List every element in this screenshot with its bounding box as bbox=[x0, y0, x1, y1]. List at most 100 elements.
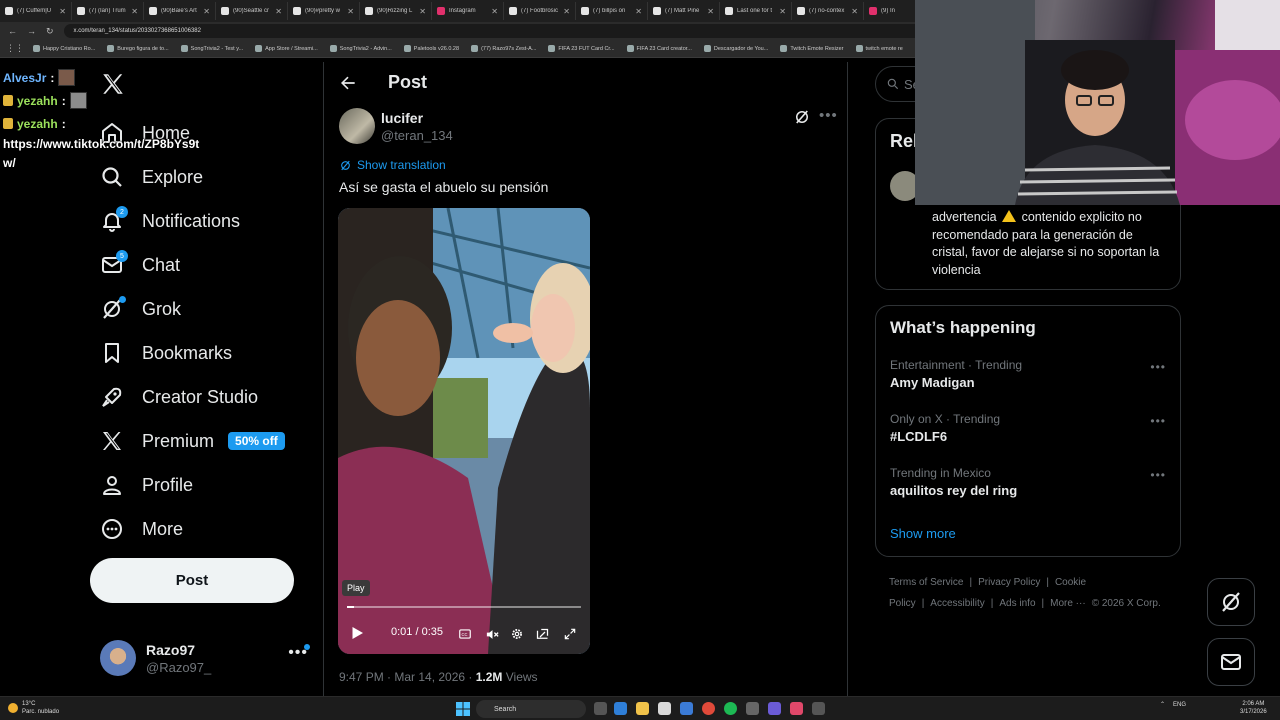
footer-link[interactable]: Accessibility bbox=[930, 598, 984, 609]
windows-start-icon[interactable] bbox=[456, 702, 470, 716]
obs-icon[interactable] bbox=[746, 702, 759, 715]
close-icon[interactable]: ✕ bbox=[779, 7, 786, 16]
close-icon[interactable]: ✕ bbox=[203, 7, 210, 16]
nav-item-chat[interactable]: 5 Chat bbox=[100, 247, 180, 283]
chrome-icon[interactable] bbox=[702, 702, 715, 715]
nav-item-notifications[interactable]: 2 Notifications bbox=[100, 203, 240, 239]
grok-icon[interactable] bbox=[793, 108, 811, 126]
close-icon[interactable]: ✕ bbox=[563, 7, 570, 16]
bookmark-item[interactable]: (77) Razo97s Zest-A... bbox=[468, 45, 539, 52]
close-icon[interactable]: ✕ bbox=[851, 7, 858, 16]
footer-link[interactable]: More ··· bbox=[1050, 598, 1086, 609]
captions-icon[interactable]: CC bbox=[458, 627, 472, 641]
music-app-icon[interactable] bbox=[790, 702, 803, 715]
picture-in-picture-icon[interactable] bbox=[535, 627, 550, 642]
tray-chevron-icon[interactable]: ⌃ bbox=[1160, 701, 1165, 708]
notepad-icon[interactable] bbox=[658, 702, 671, 715]
browser-tab[interactable]: (7) (Ian) Trum ✕ bbox=[72, 2, 144, 20]
close-icon[interactable]: ✕ bbox=[635, 7, 642, 16]
show-translation-link[interactable]: Show translation bbox=[339, 158, 446, 172]
author-handle[interactable]: @teran_134 bbox=[381, 128, 453, 143]
bookmark-item[interactable]: App Store / Streami... bbox=[252, 45, 321, 52]
settings-gear-icon[interactable] bbox=[510, 627, 524, 641]
nav-item-profile[interactable]: Profile bbox=[100, 467, 193, 503]
browser-tab[interactable]: (7) Cuffem|U ✕ bbox=[0, 2, 72, 20]
taskbar-clock[interactable]: 2:06 AM 3/17/2026 bbox=[1240, 700, 1267, 716]
bookmark-item[interactable]: Burego figura de to... bbox=[104, 45, 171, 52]
tray-language[interactable]: ENG bbox=[1173, 702, 1186, 708]
more-dots-icon[interactable]: ••• bbox=[1150, 360, 1166, 374]
trend-item[interactable]: Entertainment · Trending Amy Madigan ••• bbox=[890, 358, 1170, 390]
taskbar-search[interactable]: Search bbox=[476, 700, 586, 718]
nav-item-bookmarks[interactable]: Bookmarks bbox=[100, 335, 232, 371]
address-bar[interactable]: x.com/teran_134/status/20330273686510063… bbox=[63, 24, 924, 38]
apps-icon[interactable]: ⋮⋮ bbox=[6, 43, 24, 54]
close-icon[interactable]: ✕ bbox=[347, 7, 354, 16]
footer-link[interactable]: Terms of Service bbox=[889, 577, 963, 588]
author-name[interactable]: lucifer bbox=[381, 110, 423, 126]
browser-tab[interactable]: (7) billpis on ✕ bbox=[576, 2, 648, 20]
show-more-link[interactable]: Show more bbox=[890, 526, 956, 541]
bookmark-item[interactable]: FIFA 23 FUT Card Cr... bbox=[545, 45, 617, 52]
bookmark-item[interactable]: FIFA 23 Card creator... bbox=[624, 45, 695, 52]
fullscreen-icon[interactable] bbox=[563, 627, 577, 641]
nav-item-grok[interactable]: Grok bbox=[100, 291, 181, 327]
bookmark-item[interactable]: Descargador de You... bbox=[701, 45, 771, 52]
trend-item[interactable]: Only on X · Trending #LCDLF6 ••• bbox=[890, 412, 1170, 444]
more-dots-icon[interactable]: ••• bbox=[1150, 414, 1166, 428]
mail-app-icon[interactable] bbox=[680, 702, 693, 715]
video-player[interactable]: Play 0:01 / 0:35 CC bbox=[338, 208, 590, 654]
close-icon[interactable]: ✕ bbox=[59, 7, 66, 16]
grok-fab-button[interactable] bbox=[1207, 578, 1255, 626]
browser-tab[interactable]: Instagram ✕ bbox=[432, 2, 504, 20]
post-timestamp[interactable]: 9:47 PM · Mar 14, 2026 · bbox=[339, 670, 476, 684]
mute-icon[interactable] bbox=[485, 627, 500, 642]
browser-tab[interactable]: Last one for t ✕ bbox=[720, 2, 792, 20]
account-switcher[interactable]: Razo97 @Razo97_ ••• bbox=[100, 638, 310, 678]
bookmark-item[interactable]: Twitch Emote Resizer bbox=[777, 45, 846, 52]
edge-icon[interactable] bbox=[614, 702, 627, 715]
trend-item[interactable]: Trending in Mexico aquilitos rey del ring… bbox=[890, 466, 1170, 498]
more-dots-icon[interactable]: ••• bbox=[1150, 468, 1166, 482]
bookmark-item[interactable]: Paletools v26.0.28 bbox=[401, 45, 462, 52]
close-icon[interactable]: ✕ bbox=[131, 7, 138, 16]
post-button[interactable]: Post bbox=[90, 558, 294, 603]
bookmark-item[interactable]: Happy Cristiano Ro... bbox=[30, 45, 98, 52]
nav-item-creator-studio[interactable]: Creator Studio bbox=[100, 379, 258, 415]
browser-tab[interactable]: (7) Footbrosic ✕ bbox=[504, 2, 576, 20]
bookmark-item[interactable]: SongTrivia2 - Test y... bbox=[178, 45, 246, 52]
browser-tab[interactable]: (7) Matt Pine ✕ bbox=[648, 2, 720, 20]
browser-tab[interactable]: (7) no-contex ✕ bbox=[792, 2, 864, 20]
nav-item-more[interactable]: More bbox=[100, 511, 183, 547]
app-icon[interactable] bbox=[812, 702, 825, 715]
discord-icon[interactable] bbox=[768, 702, 781, 715]
close-icon[interactable]: ✕ bbox=[491, 7, 498, 16]
bookmark-label: Burego figura de to... bbox=[117, 45, 169, 52]
forward-icon[interactable]: → bbox=[27, 26, 36, 36]
reload-icon[interactable]: ↻ bbox=[46, 26, 54, 37]
author-avatar[interactable] bbox=[339, 108, 375, 144]
file-explorer-icon[interactable] bbox=[636, 702, 649, 715]
back-icon[interactable]: ← bbox=[8, 26, 17, 36]
back-arrow-icon[interactable] bbox=[338, 73, 358, 93]
more-dots-icon[interactable]: ••• bbox=[819, 107, 838, 124]
close-icon[interactable]: ✕ bbox=[275, 7, 282, 16]
bookmark-item[interactable]: twitch emote re bbox=[853, 45, 906, 52]
weather-widget[interactable]: 13°C Parc. nublado bbox=[8, 700, 59, 716]
close-icon[interactable]: ✕ bbox=[419, 7, 426, 16]
footer-link[interactable]: Privacy Policy bbox=[978, 577, 1040, 588]
browser-tab[interactable]: (90)Seattle cr ✕ bbox=[216, 2, 288, 20]
bookmark-item[interactable]: SongTrivia2 - Advin... bbox=[327, 45, 395, 52]
task-view-icon[interactable] bbox=[594, 702, 607, 715]
video-progress-bar[interactable] bbox=[347, 606, 581, 608]
browser-tab[interactable]: (90)Baie's Art ✕ bbox=[144, 2, 216, 20]
play-icon[interactable] bbox=[348, 624, 366, 642]
footer-link[interactable]: © 2026 X Corp. bbox=[1092, 598, 1161, 609]
footer-link[interactable]: Ads info bbox=[999, 598, 1035, 609]
browser-tab[interactable]: (90)#pretty w ✕ bbox=[288, 2, 360, 20]
spotify-icon[interactable] bbox=[724, 702, 737, 715]
messages-fab-button[interactable] bbox=[1207, 638, 1255, 686]
browser-tab[interactable]: (90)Rizzing L ✕ bbox=[360, 2, 432, 20]
close-icon[interactable]: ✕ bbox=[707, 7, 714, 16]
nav-item-premium[interactable]: Premium 50% off bbox=[100, 423, 285, 459]
